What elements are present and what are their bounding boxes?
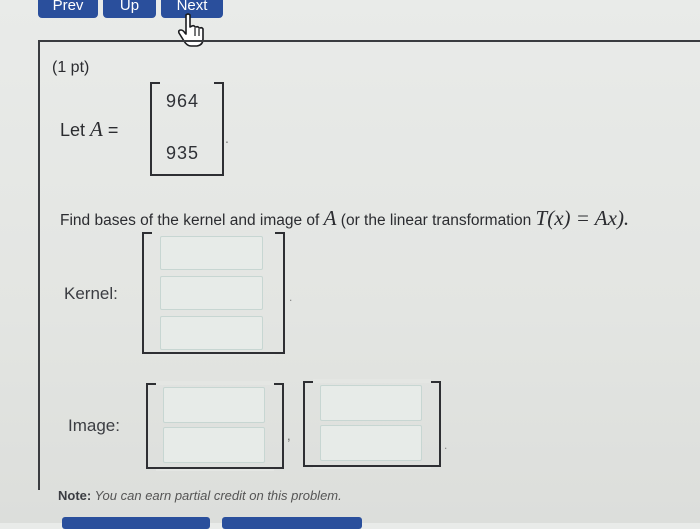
question-paren: (or the linear transformation — [336, 212, 536, 229]
question-text: Find bases of the kernel and image of A … — [60, 206, 629, 231]
note-prefix: Note: — [58, 488, 92, 503]
image-label: Image: — [68, 416, 120, 435]
matrix-a: 964 935 — [150, 79, 224, 179]
kernel-input-2[interactable] — [160, 276, 263, 310]
navigation-bar: Prev Up Next — [0, 0, 700, 22]
image-input-1b[interactable] — [163, 427, 265, 463]
let-statement: Let A = — [60, 117, 118, 142]
matrix-variable: A — [90, 117, 103, 141]
kernel-label: Kernel: — [64, 284, 118, 303]
image-comma: , — [287, 428, 291, 443]
image-input-2b[interactable] — [320, 425, 422, 461]
matrix-row-1: 964 — [166, 91, 200, 111]
prev-button[interactable]: Prev — [38, 0, 98, 18]
image-input-2a[interactable] — [320, 385, 422, 421]
note-body: You can earn partial credit on this prob… — [91, 488, 342, 503]
kernel-input-1[interactable] — [160, 236, 263, 270]
image-input-1a[interactable] — [163, 387, 265, 423]
footer-button-2[interactable] — [222, 517, 362, 529]
matrix-period: . — [225, 130, 229, 146]
kernel-period: . — [289, 290, 293, 304]
equals-sign: = — [102, 120, 119, 140]
kernel-input-3[interactable] — [160, 316, 263, 350]
up-button[interactable]: Up — [103, 0, 156, 18]
transformation-expression: T(x) = Ax). — [535, 206, 630, 230]
question-variable: A — [323, 206, 337, 230]
note-text: Note: You can earn partial credit on thi… — [58, 488, 342, 503]
matrix-row-2: 935 — [166, 143, 200, 163]
points-label: (1 pt) — [52, 59, 90, 76]
image-period: . — [444, 438, 448, 452]
footer-button-1[interactable] — [62, 517, 210, 529]
question-prefix: Find bases of the kernel and image of — [60, 212, 324, 229]
let-prefix: Let — [60, 120, 91, 140]
